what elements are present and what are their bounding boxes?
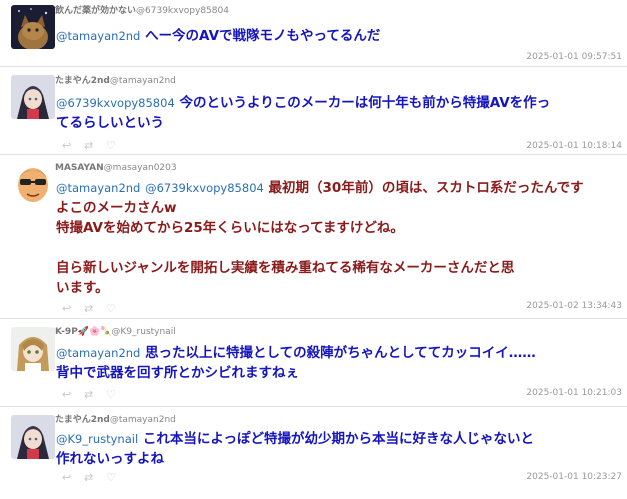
user-handle[interactable]: @masayan0203 (104, 163, 177, 173)
mention-link[interactable]: @6739kxvopy85804 (56, 96, 175, 110)
display-name[interactable]: 飲んだ薬が効かない (55, 6, 136, 16)
post-body: @tamayan2nd 思った以上に特撮としての殺陣がちゃんとしててカッコイイ…… (56, 343, 621, 383)
like-icon[interactable]: ♡ (106, 471, 128, 484)
display-name[interactable]: MASAYAN (55, 163, 104, 173)
display-name[interactable]: たまやん2nd (55, 76, 110, 86)
post-text: います。 (56, 280, 109, 296)
avatar[interactable] (11, 415, 55, 459)
retweet-icon[interactable]: ⇄ (84, 388, 106, 401)
reply-icon[interactable]: ↩ (62, 139, 84, 152)
reply-icon[interactable]: ↩ (62, 388, 84, 401)
post-body: @K9_rustynail これ本当によっぽど特撮が幼少期から本当に好きな人じゃ… (56, 429, 621, 469)
user-handle[interactable]: @K9_rustynail (111, 327, 175, 337)
mention-link[interactable]: @K9_rustynail (56, 432, 138, 446)
reply-icon[interactable]: ↩ (62, 471, 84, 484)
post-header: たまやん2nd@tamayan2nd (55, 74, 176, 88)
user-handle[interactable]: @tamayan2nd (110, 76, 176, 86)
post-timestamp[interactable]: 2025-01-01 10:21:03 (526, 388, 622, 398)
like-icon[interactable]: ♡ (106, 139, 128, 152)
post-text: 背中で武器を回す所とかシビれますねぇ (56, 365, 299, 381)
mention-link[interactable]: @tamayan2nd (56, 29, 140, 43)
post-actions: ↩ ⇄ ♡ (62, 388, 128, 401)
display-name[interactable]: たまやん2nd (55, 415, 110, 425)
post-header: 飲んだ薬が効かない@6739kxvopy85804 (55, 4, 229, 18)
avatar[interactable] (11, 327, 55, 371)
avatar[interactable] (11, 161, 55, 205)
post-item: たまやん2nd@tamayan2nd @K9_rustynail これ本当によっ… (0, 407, 627, 499)
post-timestamp[interactable]: 2025-01-01 10:23:27 (526, 472, 622, 482)
post-timestamp[interactable]: 2025-01-02 13:34:43 (526, 301, 622, 311)
post-timestamp[interactable]: 2025-01-01 10:18:14 (526, 141, 622, 151)
post-text: へー今のAVで戦隊モノもやってるんだ (145, 28, 381, 44)
like-icon[interactable]: ♡ (106, 388, 128, 401)
display-name[interactable]: K-9P🚀🌸🍡 (55, 327, 111, 337)
user-handle[interactable]: @6739kxvopy85804 (136, 6, 229, 16)
post-header: たまやん2nd@tamayan2nd (55, 413, 176, 427)
like-icon[interactable]: ♡ (106, 302, 128, 315)
retweet-icon[interactable]: ⇄ (84, 139, 106, 152)
post-body: @6739kxvopy85804 今のというよりこのメーカーは何十年も前から特撮… (56, 93, 621, 133)
post-actions: ↩ ⇄ ♡ (62, 302, 128, 315)
post-text: よこのメーカさんw (56, 200, 177, 216)
post-header: K-9P🚀🌸🍡@K9_rustynail (55, 325, 176, 339)
timeline: 飲んだ薬が効かない@6739kxvopy85804 @tamayan2nd へー… (0, 0, 627, 499)
post-item: MASAYAN@masayan0203 @tamayan2nd @6739kxv… (0, 155, 627, 319)
post-text: 最初期（30年前）の頃は、スカトロ系だったんです (268, 180, 584, 196)
post-text: 特撮AVを始めてから25年くらいにはなってますけどね。 (56, 220, 404, 236)
mention-link[interactable]: @6739kxvopy85804 (145, 181, 264, 195)
retweet-icon[interactable]: ⇄ (84, 471, 106, 484)
post-body: @tamayan2nd @6739kxvopy85804 最初期（30年前）の頃… (56, 178, 621, 298)
user-handle[interactable]: @tamayan2nd (110, 415, 176, 425)
post-text: 今のというよりこのメーカーは何十年も前から特撮AVを作っ (179, 95, 551, 111)
mention-link[interactable]: @tamayan2nd (56, 346, 140, 360)
avatar[interactable] (11, 75, 55, 119)
post-body: @tamayan2nd へー今のAVで戦隊モノもやってるんだ (56, 26, 621, 46)
post-text: 自ら新しいジャンルを開拓し実績を積み重ねてる稀有なメーカーさんだと思 (56, 260, 515, 276)
post-actions: ↩ ⇄ ♡ (62, 139, 128, 152)
post-item: 飲んだ薬が効かない@6739kxvopy85804 @tamayan2nd へー… (0, 0, 627, 67)
post-item: K-9P🚀🌸🍡@K9_rustynail @tamayan2nd 思った以上に特… (0, 319, 627, 407)
post-header: MASAYAN@masayan0203 (55, 161, 177, 175)
mention-link[interactable]: @tamayan2nd (56, 181, 140, 195)
post-text: これ本当によっぽど特撮が幼少期から本当に好きな人じゃないと (142, 431, 534, 447)
post-text: てるらしいという (56, 115, 164, 131)
retweet-icon[interactable]: ⇄ (84, 302, 106, 315)
post-actions: ↩ ⇄ ♡ (62, 471, 128, 484)
post-timestamp[interactable]: 2025-01-01 09:57:51 (526, 52, 622, 62)
post-item: たまやん2nd@tamayan2nd @6739kxvopy85804 今のとい… (0, 67, 627, 155)
post-text: 作れないっすよね (56, 451, 164, 467)
post-text: 思った以上に特撮としての殺陣がちゃんとしててカッコイイ…… (145, 345, 536, 361)
reply-icon[interactable]: ↩ (62, 302, 84, 315)
avatar[interactable] (11, 5, 55, 49)
